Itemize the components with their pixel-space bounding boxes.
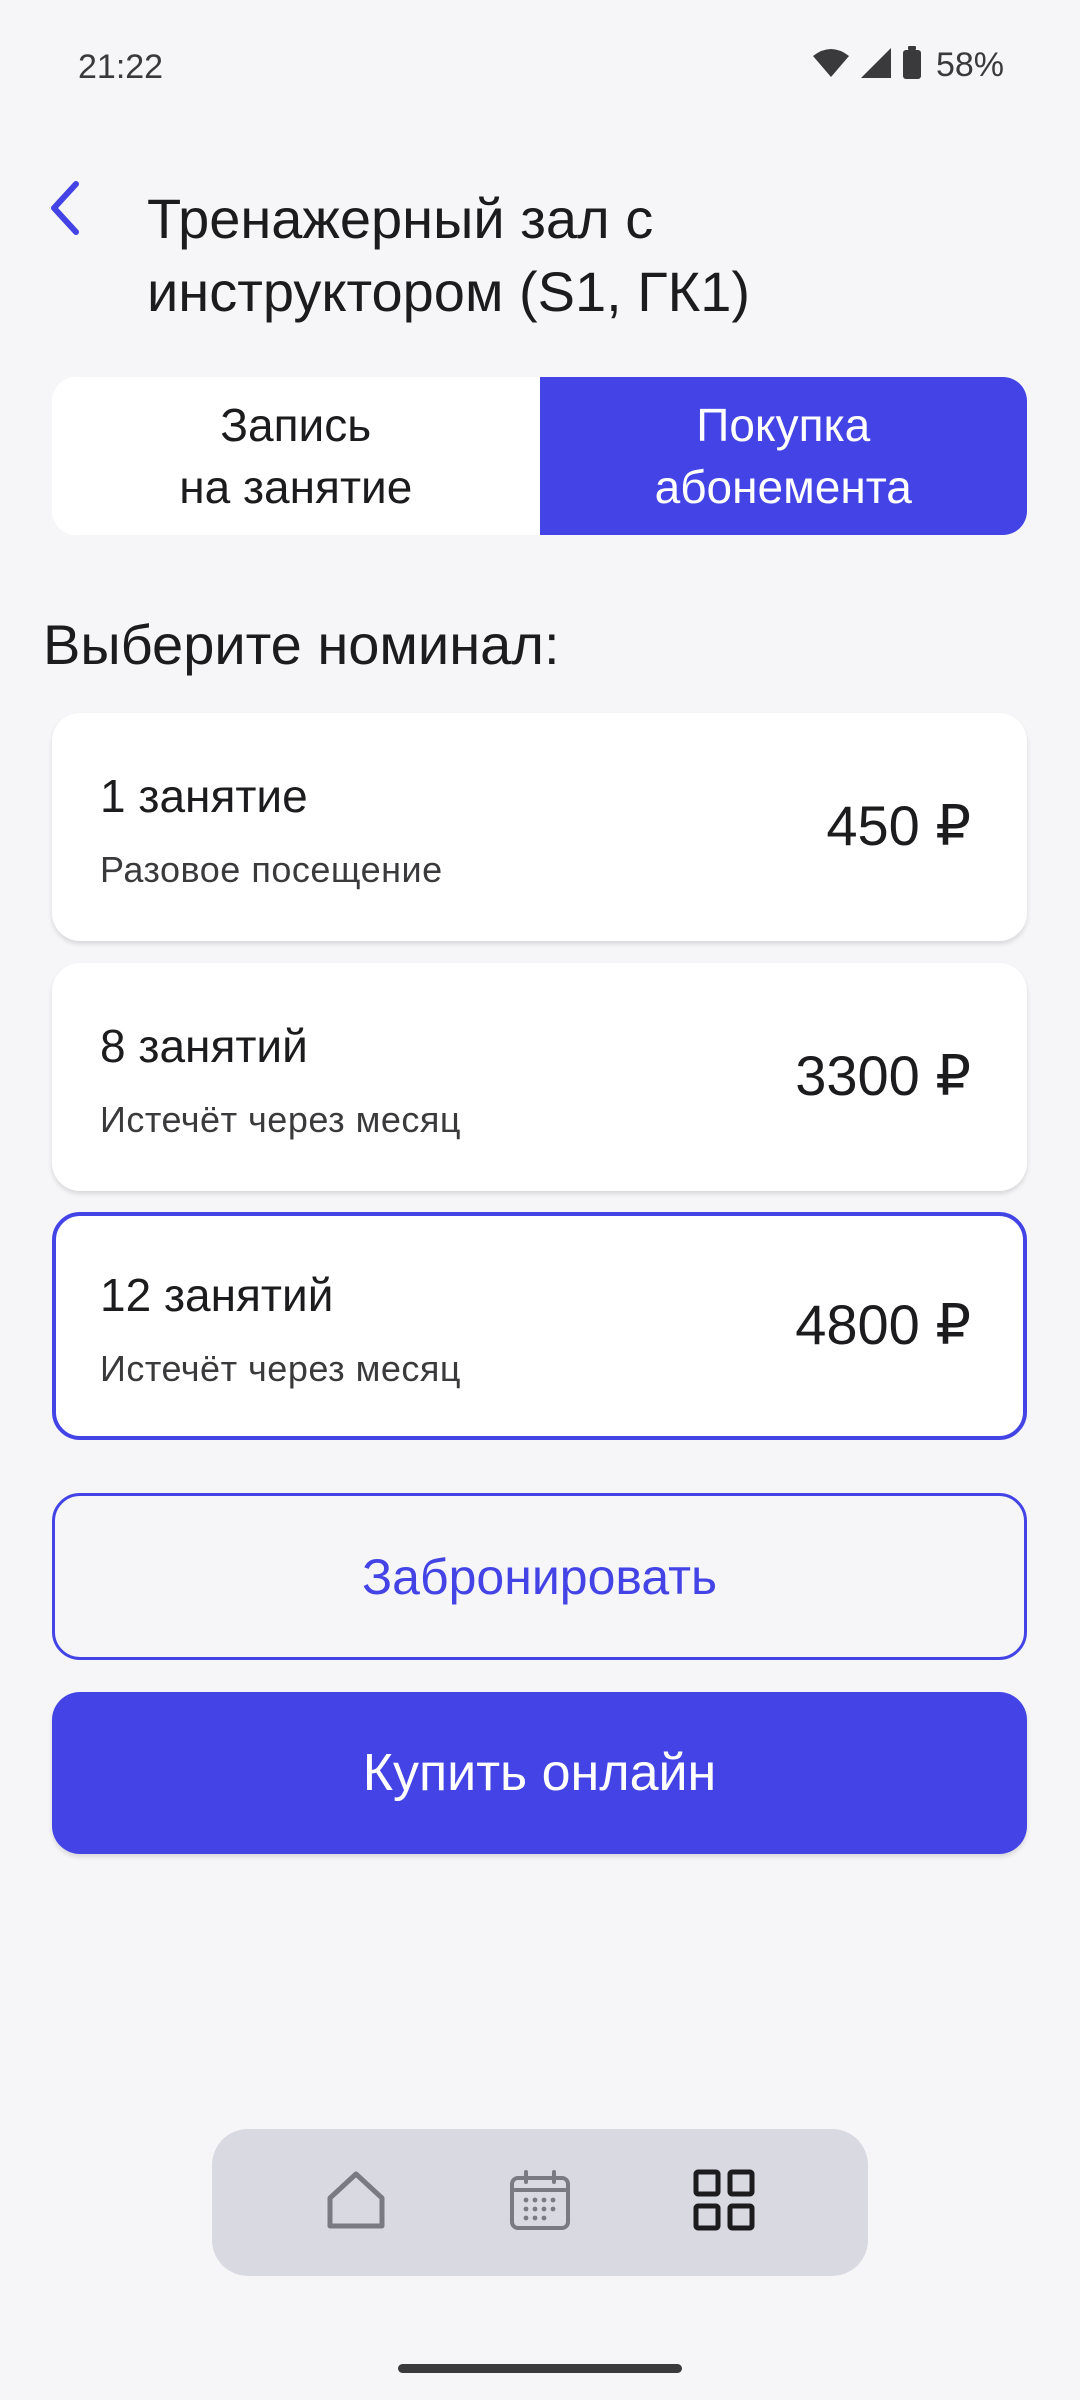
wifi-icon (812, 48, 850, 83)
nav-services[interactable] (674, 2153, 774, 2253)
tab-subscription[interactable]: Покупка абонемента (539, 377, 1027, 535)
back-button[interactable] (34, 172, 94, 248)
plan-price: 450 ₽ (826, 794, 971, 857)
plan-name: 12 занятий (100, 1269, 334, 1321)
nav-calendar[interactable] (490, 2153, 590, 2253)
plan-card-1[interactable]: 1 занятие Разовое посещение 450 ₽ (52, 713, 1027, 941)
plan-name: 8 занятий (100, 1020, 308, 1072)
calendar-icon (508, 2168, 572, 2237)
plan-price: 3300 ₽ (795, 1044, 971, 1107)
status-bar: 21:22 58% (0, 0, 1080, 130)
battery-icon (902, 46, 922, 85)
plan-description: Истечёт через месяц (100, 1099, 461, 1140)
home-icon (324, 2168, 388, 2237)
plan-card-8[interactable]: 8 занятий Истечёт через месяц 3300 ₽ (52, 963, 1027, 1191)
book-button[interactable]: Забронировать (52, 1493, 1027, 1660)
plan-price: 4800 ₽ (795, 1293, 971, 1356)
plan-description: Разовое посещение (100, 849, 443, 890)
plan-description: Истечёт через месяц (100, 1348, 461, 1389)
status-icons: 58% (812, 46, 1004, 85)
tab-booking-label: Запись на занятие (179, 399, 413, 513)
home-indicator[interactable] (398, 2364, 682, 2373)
section-title: Выберите номинал: (43, 613, 560, 676)
plan-name: 1 занятие (100, 770, 308, 822)
cell-signal-icon (860, 47, 892, 84)
screen: 21:22 58% Тренажерный зал с инструктором… (0, 0, 1080, 2400)
segmented-tabs: Запись на занятие Покупка абонемента (52, 377, 1027, 535)
nav-home[interactable] (306, 2153, 406, 2253)
page-title: Тренажерный зал с инструктором (S1, ГК1) (147, 187, 751, 323)
battery-percent: 58% (935, 46, 1004, 84)
grid-icon (692, 2168, 756, 2237)
chevron-left-icon (46, 180, 82, 241)
plan-card-12[interactable]: 12 занятий Истечёт через месяц 4800 ₽ (52, 1212, 1027, 1440)
tab-subscription-label: Покупка абонемента (654, 399, 912, 513)
buy-online-button[interactable]: Купить онлайн (52, 1692, 1027, 1854)
bottom-nav (212, 2129, 868, 2276)
tab-booking[interactable]: Запись на занятие (52, 377, 540, 535)
status-time: 21:22 (78, 48, 164, 86)
